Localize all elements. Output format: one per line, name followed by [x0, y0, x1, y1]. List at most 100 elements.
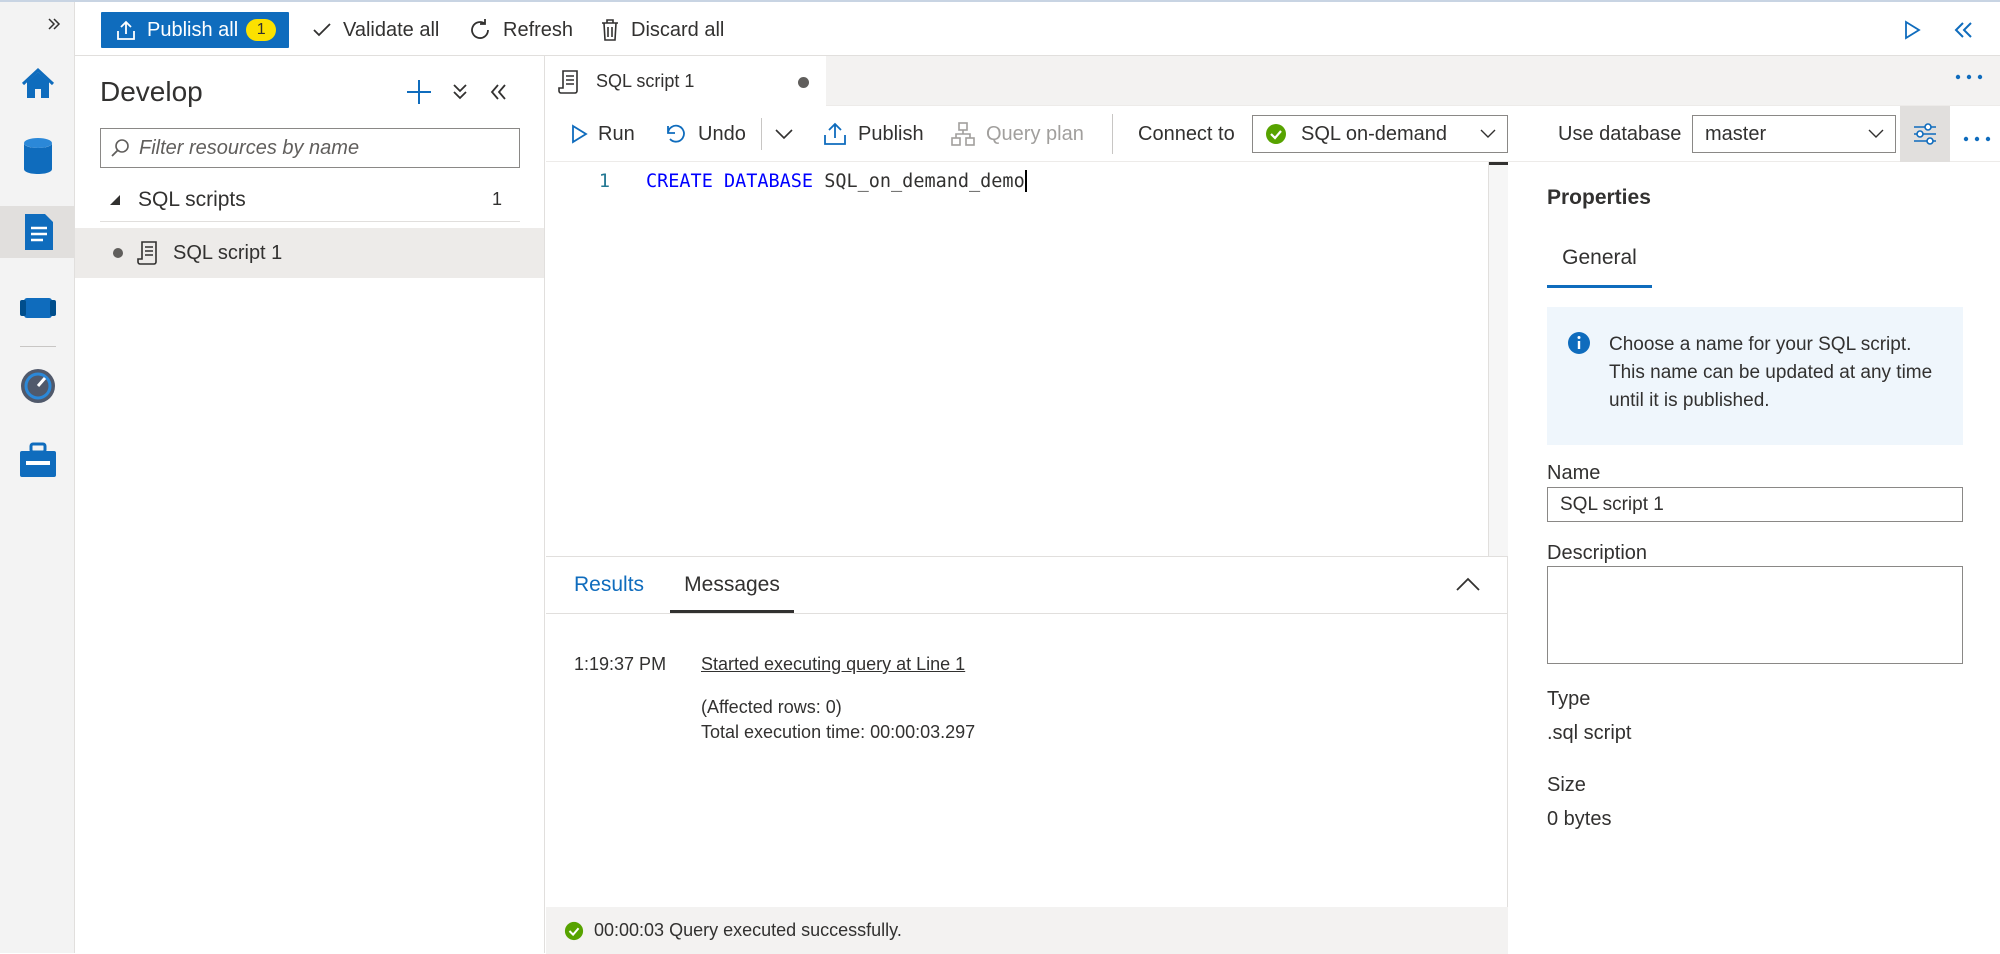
refresh-button[interactable]: Refresh [467, 12, 573, 48]
filter-input[interactable] [139, 136, 499, 160]
status-bar: 00:00:03 Query executed successfully. [546, 907, 1508, 954]
code-identifier: SQL_on_demand_demo [824, 170, 1025, 192]
success-icon [1266, 124, 1286, 144]
data-icon[interactable] [12, 130, 64, 182]
undo-button[interactable]: Undo [664, 116, 746, 152]
messages-area: 1:19:37 PM Started executing query at Li… [546, 613, 1508, 742]
properties-panel: Properties General Choose a name for you… [1508, 162, 2000, 953]
name-label: Name [1547, 462, 1601, 484]
integrate-icon[interactable] [12, 282, 64, 334]
toolbar-divider [761, 118, 762, 150]
discard-all-label: Discard all [631, 18, 725, 41]
affected-rows-text: (Affected rows: 0) [701, 697, 842, 717]
text-cursor [1024, 170, 1027, 192]
caret-down-icon [110, 194, 120, 205]
plus-icon[interactable] [405, 78, 433, 106]
code-editor[interactable]: 1 CREATE DATABASE SQL_on_demand_demo [546, 162, 1511, 556]
check-icon [313, 23, 331, 37]
size-value: 0 bytes [1547, 808, 1612, 830]
line-number: 1 [598, 170, 610, 192]
properties-title: Properties [1547, 186, 1651, 209]
more-icon[interactable] [1960, 130, 1994, 142]
status-text: 00:00:03 Query executed successfully. [594, 920, 902, 940]
info-box: Choose a name for your SQL script. This … [1547, 307, 1963, 445]
toolbar-divider [1112, 114, 1113, 154]
connect-to-label: Connect to [1138, 122, 1235, 145]
publish-label: Publish [858, 122, 924, 145]
results-panel: Results Messages 1:19:37 PM Started exec… [546, 556, 1508, 954]
use-database-label: Use database [1558, 122, 1682, 145]
tab-general-label: General [1562, 246, 1637, 269]
script-icon [137, 241, 157, 265]
tab-messages-label: Messages [684, 573, 780, 596]
name-field[interactable]: SQL script 1 [1547, 487, 1963, 522]
manage-icon[interactable] [12, 434, 64, 486]
home-icon[interactable] [12, 58, 64, 110]
publish-all-label: Publish all [147, 18, 239, 41]
tab-messages[interactable]: Messages [670, 573, 794, 613]
tab-label: SQL script 1 [596, 71, 695, 91]
expand-all-icon[interactable] [451, 82, 471, 104]
success-icon [564, 921, 584, 940]
tab-sql-script-1[interactable]: SQL script 1 [546, 56, 826, 107]
message-link[interactable]: Started executing query at Line 1 [701, 654, 965, 675]
description-label: Description [1547, 542, 1648, 564]
message-timestamp: 1:19:37 PM [574, 654, 667, 674]
filter-field[interactable] [100, 128, 520, 168]
query-plan-label: Query plan [986, 122, 1084, 145]
refresh-icon [471, 19, 489, 39]
editor-scrollbar[interactable] [1488, 162, 1511, 556]
trash-icon [602, 19, 618, 41]
query-plan-icon [951, 122, 975, 146]
tree-group-count: 1 [491, 189, 502, 209]
unsaved-dot-icon [113, 248, 123, 258]
code-line[interactable]: 1 CREATE DATABASE SQL_on_demand_demo [546, 166, 1488, 196]
code-keyword: DATABASE [723, 170, 814, 192]
chevron-up-icon[interactable] [1454, 575, 1484, 597]
connect-to-value: SQL on-demand [1301, 122, 1448, 145]
code-keyword: CREATE [646, 170, 713, 192]
tab-results[interactable]: Results [574, 573, 644, 613]
top-toolbar: Publish all 1 Validate all Refresh Disca… [75, 2, 2000, 56]
develop-pane: Develop SQL scripts 1 SQL script 1 [75, 56, 545, 953]
validate-all-label: Validate all [343, 18, 440, 41]
develop-icon[interactable] [0, 206, 75, 258]
tree-item-sql-script-1[interactable]: SQL script 1 [75, 228, 544, 278]
info-icon [1568, 332, 1590, 354]
tab-general[interactable]: General [1547, 244, 1652, 288]
run-label: Run [598, 122, 635, 145]
tree-group-sql-scripts[interactable]: SQL scripts 1 [100, 178, 520, 222]
tree-item-label: SQL script 1 [173, 241, 283, 264]
collapse-pane-icon[interactable] [489, 82, 509, 104]
connect-to-select[interactable]: SQL on-demand [1252, 115, 1508, 153]
undo-dropdown[interactable] [774, 116, 804, 152]
publish-button[interactable]: Publish [822, 116, 924, 152]
chevron-down-icon [775, 129, 793, 140]
script-icon [558, 69, 578, 94]
use-database-select[interactable]: master [1692, 115, 1896, 153]
type-label: Type [1547, 688, 1591, 710]
discard-all-button[interactable]: Discard all [599, 12, 724, 48]
run-icon [572, 124, 588, 144]
query-plan-button[interactable]: Query plan [950, 116, 1084, 152]
expand-icon[interactable] [38, 6, 70, 42]
monitor-icon[interactable] [12, 360, 64, 412]
collapse-icon[interactable] [1953, 12, 1985, 48]
info-text: Choose a name for your SQL script. This … [1609, 334, 1933, 411]
description-field[interactable] [1547, 566, 1963, 664]
settings-icon[interactable] [1900, 106, 1950, 162]
develop-title: Develop [100, 76, 203, 107]
run-icon[interactable] [1903, 12, 1931, 48]
name-value: SQL script 1 [1560, 493, 1664, 515]
validate-all-button[interactable]: Validate all [311, 12, 439, 48]
unsaved-dot-icon[interactable] [798, 77, 809, 88]
execution-time-text: Total execution time: 00:00:03.297 [701, 722, 976, 742]
undo-label: Undo [698, 122, 746, 145]
editor-toolbar: Run Undo Publish Query plan Connect to S… [546, 106, 2000, 162]
left-nav-rail [0, 2, 75, 953]
run-button[interactable]: Run [570, 116, 635, 152]
chevron-down-icon [1480, 129, 1496, 138]
publish-all-button[interactable]: Publish all 1 [101, 12, 289, 48]
more-icon[interactable] [1952, 68, 1992, 94]
editor-tab-strip: SQL script 1 [546, 56, 2000, 107]
